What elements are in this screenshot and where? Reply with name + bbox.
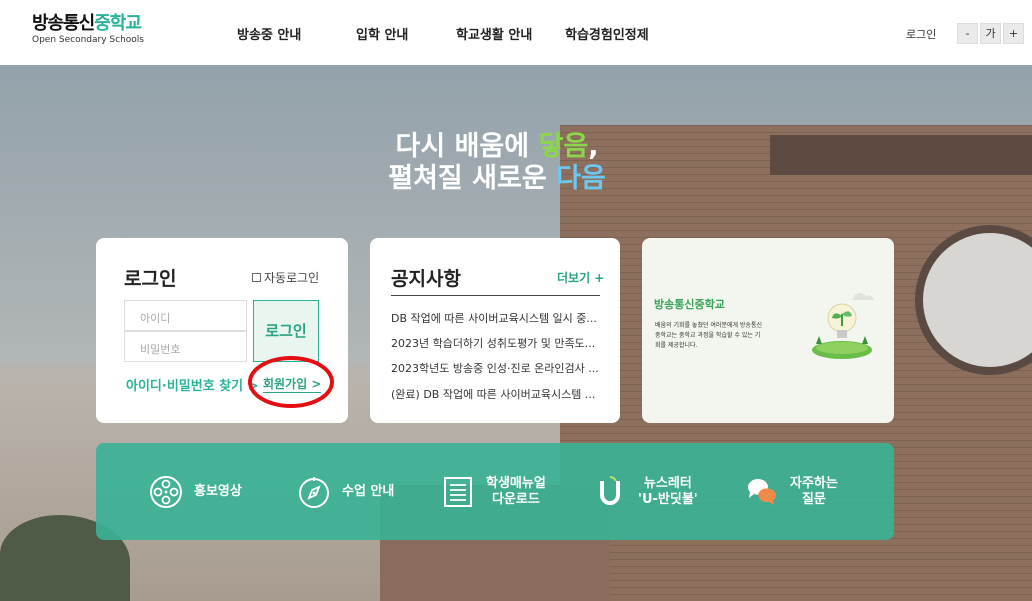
quick-menu-manual-download[interactable]: 학생매뉴얼 다운로드 — [440, 443, 546, 540]
quick-menu-class-guide[interactable]: 수업 안내 — [296, 443, 394, 540]
notice-item[interactable]: (완료) DB 작업에 따른 사이버교육시스템 ... — [391, 386, 601, 402]
quick-menu-label: 자주하는 질문 — [790, 475, 838, 507]
quick-menu-faq[interactable]: 자주하는 질문 — [744, 443, 838, 540]
notice-item[interactable]: DB 작업에 따른 사이버교육시스템 일시 중... — [391, 310, 601, 326]
notice-item[interactable]: 2023학년도 방송중 인성·진로 온라인검사 ... — [391, 360, 601, 376]
quick-menu-label: 홍보영상 — [194, 483, 242, 499]
promo-title: 방송통신중학교 — [654, 298, 725, 311]
nav-item-school-life[interactable]: 학교생활 안내 — [456, 24, 532, 43]
magnet-u-icon — [592, 474, 628, 510]
quick-menu-label: 수업 안내 — [342, 483, 395, 499]
hero-headline-line2: 펼쳐질 새로운 다음 — [388, 163, 606, 194]
checkbox-icon — [252, 273, 261, 282]
font-increase-button[interactable]: + — [1003, 23, 1024, 44]
font-size-label-button[interactable]: 가 — [980, 23, 1001, 44]
nav-item-about[interactable]: 방송중 안내 — [237, 24, 301, 43]
notice-divider — [391, 295, 600, 296]
quick-menu-promo-video[interactable]: 홍보영상 — [148, 443, 242, 540]
quick-menu-label: 뉴스레터 'U-반딧불' — [638, 475, 698, 507]
notice-title: 공지사항 — [391, 268, 461, 290]
quick-menu-bar: 홍보영상 수업 안내 학생매뉴얼 다운로드 뉴스레터 'U-반딧불' 자주하는 … — [96, 443, 894, 540]
notice-item[interactable]: 2023년 학습더하기 성취도평가 및 만족도... — [391, 335, 601, 351]
logo-text: 방송통신중학교 — [32, 13, 142, 34]
password-input[interactable]: 비밀번호 — [124, 331, 247, 362]
login-card: 로그인 자동로그인 아이디 비밀번호 로그인 아이디·비밀번호 찾기 > 회원가… — [96, 238, 348, 423]
quick-menu-label: 학생매뉴얼 다운로드 — [486, 475, 546, 507]
hero-headline-line1: 다시 배움에 닿음, — [395, 131, 599, 162]
chat-bubbles-icon — [744, 474, 780, 510]
login-submit-button[interactable]: 로그인 — [253, 300, 319, 362]
id-input[interactable]: 아이디 — [124, 300, 247, 331]
font-decrease-button[interactable]: - — [957, 23, 978, 44]
site-header: 방송통신중학교 Open Secondary Schools 방송중 안내 입학… — [0, 0, 1032, 65]
nav-item-admission[interactable]: 입학 안내 — [356, 24, 408, 43]
promo-banner[interactable]: 방송통신중학교 배움의 기회를 놓쳤던 여러분에게 방송통신중학교는 중학교 과… — [642, 238, 894, 423]
logo-subtitle: Open Secondary Schools — [32, 35, 144, 45]
quick-menu-newsletter[interactable]: 뉴스레터 'U-반딧불' — [592, 443, 698, 540]
notice-card: 공지사항 더보기 + DB 작업에 따른 사이버교육시스템 일시 중... 20… — [370, 238, 620, 423]
promo-description: 배움의 기회를 놓쳤던 여러분에게 방송통신중학교는 중학교 과정을 학습할 수… — [655, 322, 762, 349]
signup-link[interactable]: 회원가입 > — [263, 375, 322, 393]
find-id-password-link[interactable]: 아이디·비밀번호 찾기 > — [126, 375, 259, 394]
compass-icon — [296, 474, 332, 510]
login-title: 로그인 — [124, 268, 177, 290]
auto-login-checkbox[interactable]: 자동로그인 — [252, 269, 319, 286]
nav-item-learning-credit[interactable]: 학습경험인정제 — [565, 24, 649, 43]
notice-more-link[interactable]: 더보기 + — [557, 269, 604, 286]
site-logo[interactable]: 방송통신중학교 Open Secondary Schools — [32, 14, 144, 46]
manual-icon — [440, 474, 476, 510]
header-login-link[interactable]: 로그인 — [906, 26, 936, 42]
sprout-lightbulb-icon — [812, 293, 874, 359]
film-reel-icon — [148, 474, 184, 510]
